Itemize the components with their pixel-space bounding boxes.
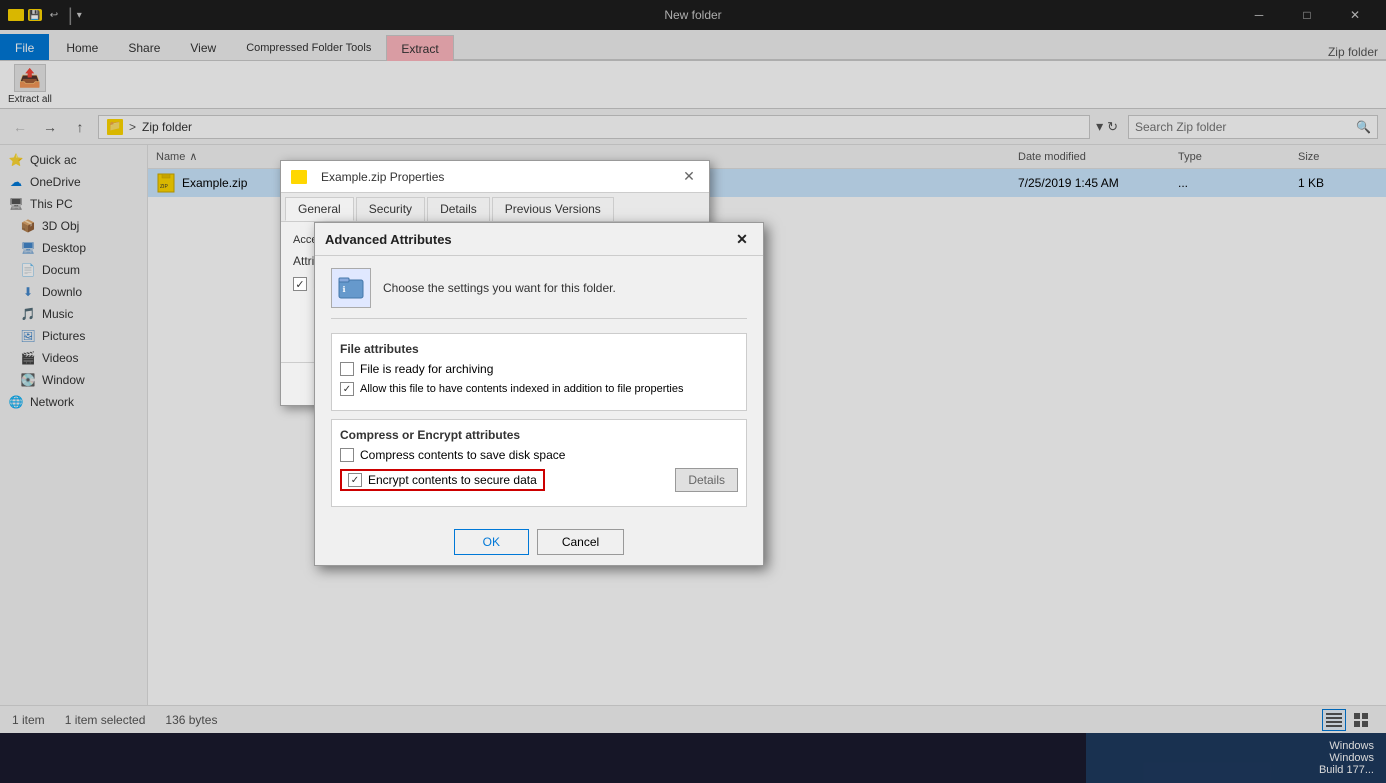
compress-label: Compress contents to save disk space [360, 448, 565, 462]
properties-tab-general[interactable]: General [285, 197, 354, 221]
details-button[interactable]: Details [675, 468, 738, 492]
advanced-ok-button[interactable]: OK [454, 529, 529, 555]
encrypt-checkbox[interactable] [348, 473, 362, 487]
properties-titlebar: Example.zip Properties ✕ [281, 161, 709, 193]
svg-text:ℹ: ℹ [342, 285, 345, 294]
index-checkbox[interactable] [340, 382, 354, 396]
advanced-title: Advanced Attributes [325, 232, 452, 247]
archive-row: File is ready for archiving [340, 362, 738, 376]
properties-tab-details[interactable]: Details [427, 197, 490, 221]
advanced-cancel-button[interactable]: Cancel [537, 529, 624, 555]
compress-row: Compress contents to save disk space [340, 448, 738, 462]
properties-close-button[interactable]: ✕ [679, 167, 699, 187]
index-label: Allow this file to have contents indexed… [360, 383, 683, 395]
advanced-footer: OK Cancel [315, 519, 763, 565]
advanced-close-button[interactable]: ✕ [731, 228, 753, 250]
properties-tab-previous[interactable]: Previous Versions [492, 197, 614, 221]
adv-folder-icon: ℹ [331, 268, 371, 308]
adv-header-text: Choose the settings you want for this fo… [383, 281, 616, 295]
file-attributes-title: File attributes [340, 342, 738, 356]
compress-checkbox[interactable] [340, 448, 354, 462]
properties-title: Example.zip Properties [321, 170, 444, 184]
encrypt-label: Encrypt contents to secure data [368, 473, 537, 487]
index-row: Allow this file to have contents indexed… [340, 382, 738, 396]
compress-encrypt-section: Compress or Encrypt attributes Compress … [331, 419, 747, 507]
file-attributes-section: File attributes File is ready for archiv… [331, 333, 747, 411]
read-only-checkbox[interactable] [293, 277, 307, 291]
advanced-attributes-dialog: Advanced Attributes ✕ ℹ Choose the setti… [314, 222, 764, 566]
adv-header-row: ℹ Choose the settings you want for this … [331, 268, 747, 319]
properties-dialog-icon [291, 170, 307, 184]
properties-tab-security[interactable]: Security [356, 197, 425, 221]
properties-tabs: General Security Details Previous Versio… [281, 193, 709, 222]
compress-encrypt-title: Compress or Encrypt attributes [340, 428, 738, 442]
advanced-titlebar: Advanced Attributes ✕ [315, 223, 763, 255]
advanced-body: ℹ Choose the settings you want for this … [315, 256, 763, 519]
archive-label: File is ready for archiving [360, 362, 493, 376]
encrypt-checkbox-container: Encrypt contents to secure data [340, 469, 545, 491]
archive-checkbox[interactable] [340, 362, 354, 376]
encrypt-row: Encrypt contents to secure data Details [340, 468, 738, 492]
